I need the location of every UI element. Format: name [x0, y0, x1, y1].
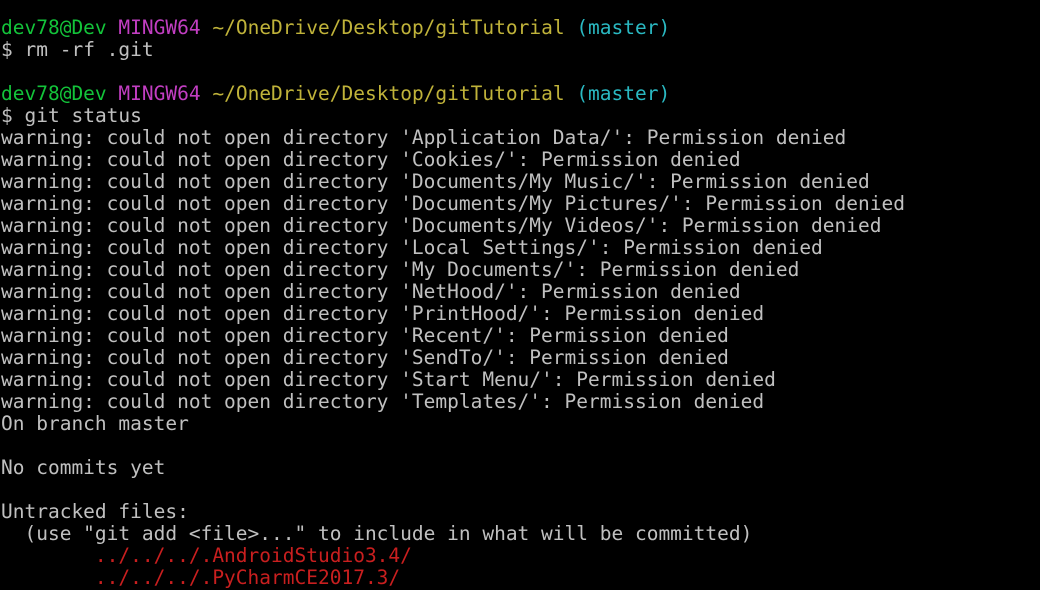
warning-line: warning: could not open directory 'Start… — [1, 368, 776, 391]
command-text: git status — [24, 104, 142, 127]
untracked-header: Untracked files: — [1, 500, 189, 523]
warning-line: warning: could not open directory 'NetHo… — [1, 280, 741, 303]
prompt-shell: MINGW64 — [118, 16, 201, 39]
warning-line: warning: could not open directory 'Templ… — [1, 390, 765, 413]
prompt-shell: MINGW64 — [118, 82, 201, 105]
prompt-branch: (master) — [576, 82, 671, 105]
command-text: rm -rf .git — [24, 38, 154, 61]
warning-line: warning: could not open directory 'Appli… — [1, 126, 847, 149]
untracked-file: ../../../.PyCharmCE2017.3/ — [1, 566, 401, 589]
prompt-user-host: dev78@Dev — [1, 16, 107, 39]
warning-line: warning: could not open directory 'My Do… — [1, 258, 800, 281]
prompt-user-host: dev78@Dev — [1, 82, 107, 105]
branch-status-line: On branch master — [1, 412, 189, 435]
warning-line: warning: could not open directory 'Docum… — [1, 170, 870, 193]
prompt-line: dev78@Dev MINGW64 ~/OneDrive/Desktop/git… — [0, 83, 1040, 105]
warning-line: warning: could not open directory 'SendT… — [1, 346, 729, 369]
prompt-line: dev78@Dev MINGW64 ~/OneDrive/Desktop/git… — [0, 17, 1040, 39]
prompt-symbol: $ — [1, 104, 13, 127]
untracked-file: ../../../.AndroidStudio3.4/ — [1, 544, 412, 567]
warning-line: warning: could not open directory 'Local… — [1, 236, 823, 259]
warning-line: warning: could not open directory 'Cooki… — [1, 148, 741, 171]
terminal-window[interactable]: dev78@Dev MINGW64 ~/OneDrive/Desktop/git… — [0, 0, 1040, 590]
prompt-path: ~/OneDrive/Desktop/gitTutorial — [212, 16, 565, 39]
commits-status-line: No commits yet — [1, 456, 166, 479]
warning-line: warning: could not open directory 'Docum… — [1, 192, 905, 215]
command-line: $ git status — [0, 105, 1040, 127]
prompt-branch: (master) — [576, 16, 671, 39]
warning-line: warning: could not open directory 'Recen… — [1, 324, 729, 347]
warning-line: warning: could not open directory 'Docum… — [1, 214, 882, 237]
prompt-path: ~/OneDrive/Desktop/gitTutorial — [212, 82, 565, 105]
command-line: $ rm -rf .git — [0, 39, 1040, 61]
untracked-hint: (use "git add <file>..." to include in w… — [1, 522, 753, 545]
warning-line: warning: could not open directory 'Print… — [1, 302, 765, 325]
prompt-symbol: $ — [1, 38, 13, 61]
